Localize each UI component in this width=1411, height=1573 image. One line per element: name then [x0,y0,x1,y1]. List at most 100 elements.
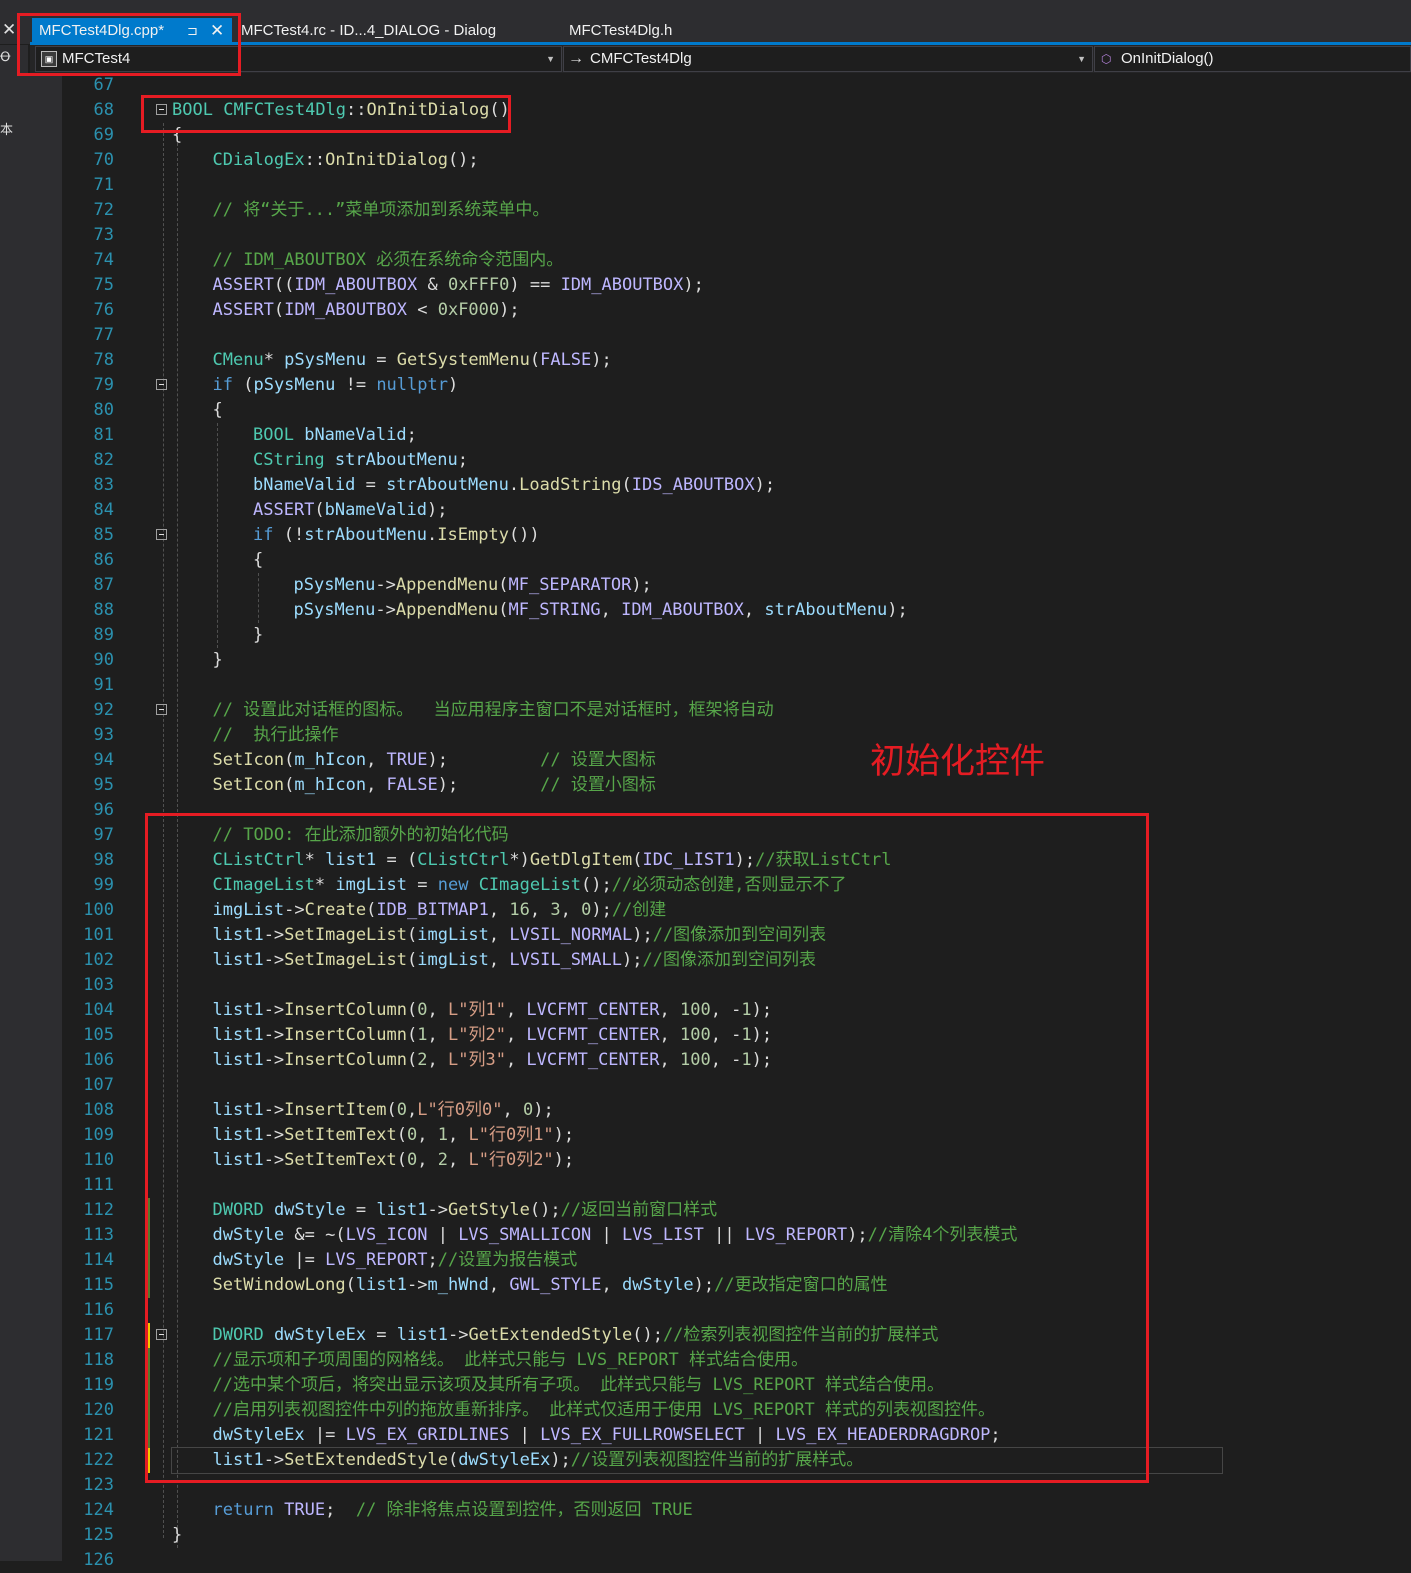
code-token: , [600,600,622,620]
line-number: 115 [83,1275,114,1295]
code-line[interactable]: 77 [62,323,1411,348]
side-panel-label[interactable]: 本 [0,119,13,138]
code-line[interactable]: 81 BOOL bNameValid; [62,423,1411,448]
line-number: 125 [83,1525,114,1545]
code-line[interactable]: 76 ASSERT(IDM_ABOUTBOX < 0xF000); [62,298,1411,323]
code-token: ( [621,475,632,495]
code-line[interactable]: 73 [62,223,1411,248]
code-text: // 将“关于...”菜单项添加到系统菜单中。 [213,198,550,223]
code-token: ASSERT [212,275,274,295]
line-number: 111 [83,1175,114,1195]
code-line[interactable]: 125} [62,1523,1411,1548]
code-line[interactable]: 83 bNameValid = strAboutMenu.LoadString(I… [62,473,1411,498]
tab-label: MFCTest4Dlg.h [569,22,673,39]
code-line[interactable]: 94 SetIcon(m_hIcon, TRUE); // 设置大图标 [62,748,1411,773]
code-token: m_hIcon [294,750,367,770]
code-token: ); [427,750,448,770]
close-icon[interactable]: ✕ [2,20,16,40]
line-number: 106 [83,1050,114,1070]
collapse-icon[interactable] [156,529,167,540]
code-line[interactable]: 85 if (!strAboutMenu.IsEmpty()) [62,523,1411,548]
collapse-icon[interactable] [156,379,167,390]
code-token: // 除非将焦点设置到控件，否则返回 TRUE [355,1500,693,1520]
collapse-icon[interactable] [156,704,167,715]
code-text: // IDM_ABOUTBOX 必须在系统命令范围内。 [213,248,564,273]
line-number: 74 [93,250,114,270]
code-token: ) == [509,275,561,295]
class-dropdown[interactable]: → CMFCTest4Dlg ▼ [563,46,1093,72]
code-token: ( [232,375,254,395]
line-number: 122 [83,1450,114,1470]
code-line[interactable]: 70 CDialogEx::OnInitDialog(); [62,148,1411,173]
code-token: IDM_ABOUTBOX [560,275,684,295]
code-token: 0xFFF0 [447,275,510,295]
line-number: 70 [93,150,114,170]
code-line[interactable]: 91 [62,673,1411,698]
code-line[interactable]: 88 pSysMenu->AppendMenu(MF_STRING, IDM_AB… [62,598,1411,623]
code-line[interactable]: 78 CMenu* pSysMenu = GetSystemMenu(FALSE)… [62,348,1411,373]
highlight-box-init-code [145,813,1149,1483]
code-token: strAboutMenu [334,450,458,470]
line-number: 84 [93,500,114,520]
code-text: { [213,398,223,423]
line-number: 95 [93,775,114,795]
line-number: 117 [83,1325,114,1345]
code-line[interactable]: 124 return TRUE; // 除非将焦点设置到控件，否则返回 TRUE [62,1498,1411,1523]
line-number: 83 [93,475,114,495]
line-number: 91 [93,675,114,695]
line-number: 112 [83,1200,114,1220]
code-token: FALSE [540,350,592,370]
code-line[interactable]: 80 { [62,398,1411,423]
chevron-down-icon: ▼ [1077,54,1086,64]
tab-mfctest4dlg-h[interactable]: MFCTest4Dlg.h [569,18,672,44]
code-line[interactable]: 95 SetIcon(m_hIcon, FALSE); // 设置小图标 [62,773,1411,798]
code-token: { [212,400,223,420]
code-line[interactable]: 93 // 执行此操作 [62,723,1411,748]
code-token: m_hIcon [294,775,367,795]
code-line[interactable]: 90} [62,648,1411,673]
code-token: * [263,350,285,370]
code-text: } [253,623,263,648]
code-line[interactable]: 82 CString strAboutMenu; [62,448,1411,473]
annotation-text: 初始化控件 [870,742,1046,782]
code-line[interactable]: 75 ASSERT((IDM_ABOUTBOX & 0xFFF0) == IDM_… [62,273,1411,298]
code-token: pSysMenu [293,575,376,595]
code-line[interactable]: 74 // IDM_ABOUTBOX 必须在系统命令范围内。 [62,248,1411,273]
code-token: IDM_ABOUTBOX [621,600,744,620]
line-number: 124 [83,1500,114,1520]
code-token: ; [406,425,417,445]
line-number: 121 [83,1425,114,1445]
line-number: 107 [83,1075,114,1095]
line-number: 102 [83,950,114,970]
tab-mfctest4-rc-dialog[interactable]: MFCTest4.rc - ID...4_DIALOG - Dialog [241,18,496,44]
code-token: IDM_ABOUTBOX [294,275,418,295]
code-line[interactable]: 89} [62,623,1411,648]
line-number: 85 [93,525,114,545]
code-token: // 执行此操作 [212,725,339,745]
code-token: -> [375,600,396,620]
line-number: 119 [83,1375,114,1395]
code-line[interactable]: 84 ASSERT(bNameValid); [62,498,1411,523]
toolbox-icon[interactable]: Ꝋ [0,49,11,65]
member-label: OnInitDialog() [1121,50,1214,67]
code-line[interactable]: 71 [62,173,1411,198]
member-dropdown[interactable]: ⬡ OnInitDialog() [1094,46,1411,72]
code-token: ); [437,775,459,795]
code-token: ( [314,500,325,520]
side-tool-strip: Ꝋ 本 [0,45,28,1561]
code-text: if (!strAboutMenu.IsEmpty()) [253,523,540,548]
code-line[interactable]: 72 // 将“关于...”菜单项添加到系统菜单中。 [62,198,1411,223]
code-token: ); [591,350,612,370]
code-line[interactable]: 79 if (pSysMenu != nullptr) [62,373,1411,398]
line-number: 101 [83,925,114,945]
code-line[interactable]: 92 // 设置此对话框的图标。 当应用程序主窗口不是对话框时，框架将自动 [62,698,1411,723]
code-line[interactable]: 86 { [62,548,1411,573]
line-number: 96 [93,800,114,820]
code-token: CDialogEx [212,150,305,170]
line-number: 114 [83,1250,114,1270]
code-token: pSysMenu [253,375,336,395]
code-text: } [213,648,223,673]
code-line[interactable]: 87 pSysMenu->AppendMenu(MF_SEPARATOR); [62,573,1411,598]
